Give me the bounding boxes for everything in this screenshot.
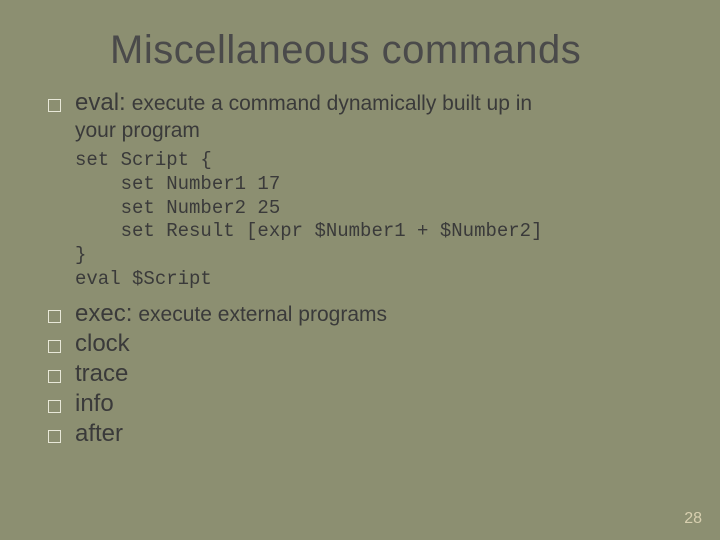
eval-description-part1: execute a command dynamically built up i… <box>132 92 532 115</box>
exec-command-name: exec: <box>75 300 132 327</box>
eval-command-name: eval: <box>75 89 126 116</box>
bullet-box-icon <box>48 99 61 112</box>
bullet-box-icon <box>48 430 61 443</box>
exec-description: execute external programs <box>138 303 387 326</box>
clock-command: clock <box>75 330 130 358</box>
bullet-after: after <box>48 420 672 448</box>
bullet-info: info <box>48 390 672 418</box>
slide-title: Miscellaneous commands <box>0 0 720 89</box>
bullet-clock: clock <box>48 330 672 358</box>
info-command: info <box>75 390 114 418</box>
code-example: set Script { set Number1 17 set Number2 … <box>75 149 672 292</box>
trace-command: trace <box>75 360 128 388</box>
after-command: after <box>75 420 123 448</box>
bullet-eval: eval: execute a command dynamically built… <box>48 89 672 117</box>
bullet-box-icon <box>48 340 61 353</box>
bullet-box-icon <box>48 310 61 323</box>
bullet-exec: exec: execute external programs <box>48 300 672 328</box>
eval-description-part2: your program <box>75 119 672 143</box>
bullet-box-icon <box>48 370 61 383</box>
bullet-box-icon <box>48 400 61 413</box>
slide-content: eval: execute a command dynamically built… <box>0 89 720 448</box>
bullet-trace: trace <box>48 360 672 388</box>
page-number: 28 <box>684 510 702 528</box>
